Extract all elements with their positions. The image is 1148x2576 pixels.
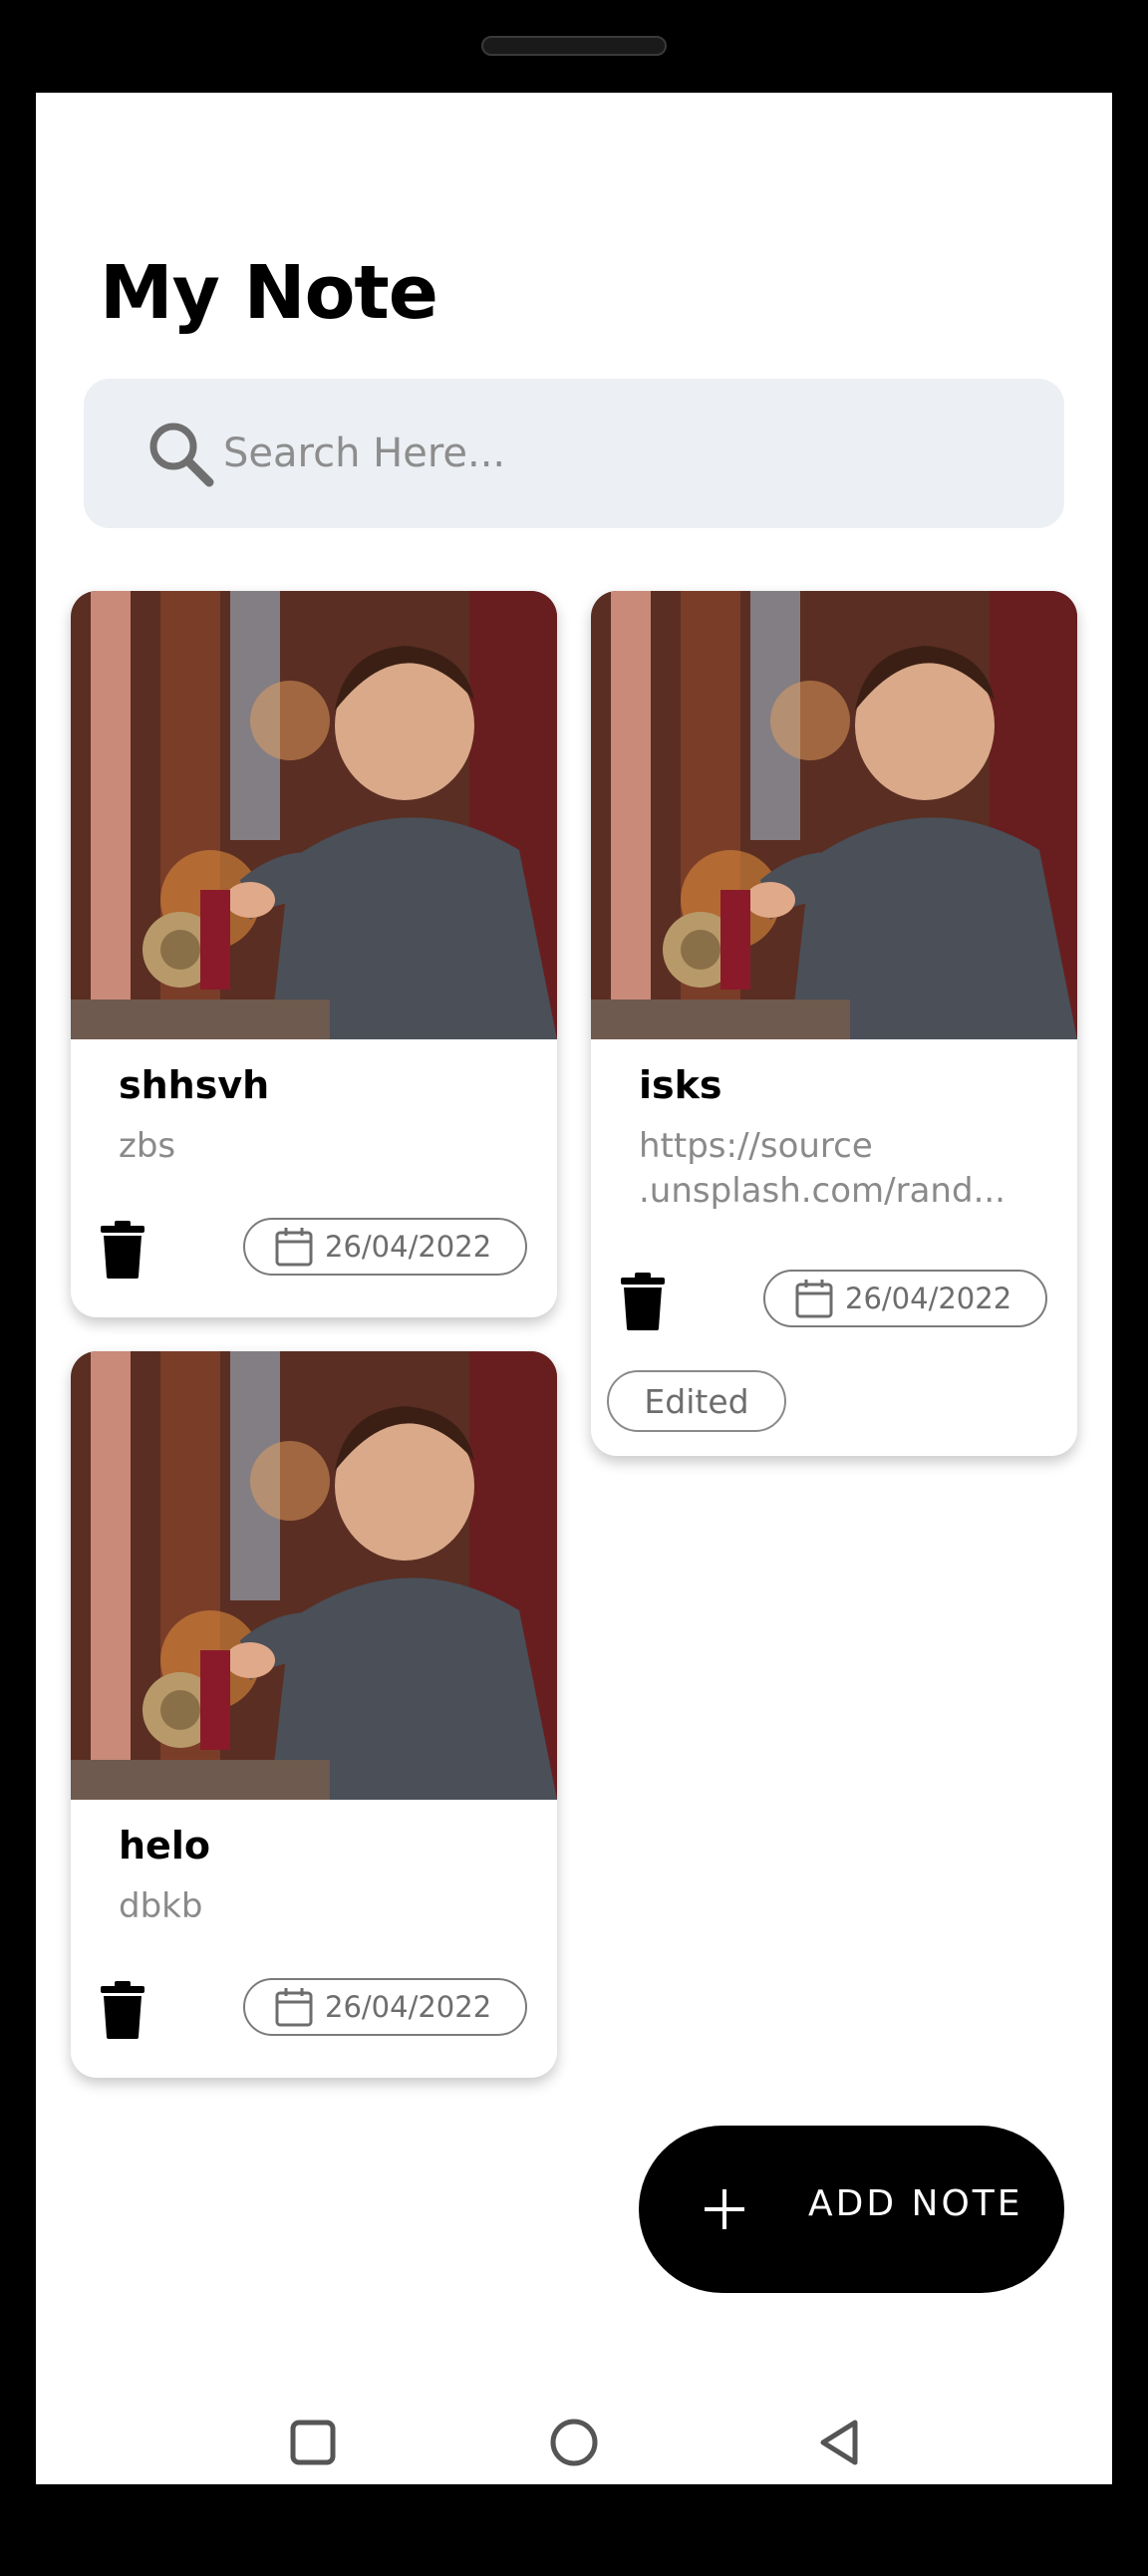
note-title: isks [639, 1063, 722, 1107]
note-title: shhsvh [119, 1063, 270, 1107]
date-chip: 26/04/2022 [243, 1978, 527, 2036]
note-card[interactable]: isks https://source .unsplash.com/rand..… [591, 591, 1077, 1456]
speaker-grille [481, 36, 667, 56]
circle-icon[interactable] [548, 2417, 600, 2468]
note-card[interactable]: shhsvh zbs 26/04/2022 [71, 591, 557, 1317]
add-note-label: ADD NOTE [808, 2183, 1023, 2224]
phone-frame: My Note Search Here... shhsvh zbs 26/04/… [0, 0, 1148, 2576]
system-nav-bar [36, 2395, 1112, 2484]
note-body: dbkb [119, 1886, 203, 1926]
date-chip: 26/04/2022 [763, 1270, 1047, 1327]
note-image [591, 591, 1077, 1039]
calendar-icon [275, 1988, 313, 2027]
note-image [71, 1351, 557, 1800]
plus-icon [705, 2189, 744, 2229]
note-image [71, 591, 557, 1039]
trash-icon[interactable] [101, 1981, 144, 2039]
note-date: 26/04/2022 [325, 1990, 492, 2024]
note-date: 26/04/2022 [845, 1282, 1012, 1315]
trash-icon[interactable] [101, 1221, 144, 1279]
calendar-icon [275, 1228, 313, 1267]
note-title: helo [119, 1824, 210, 1867]
edited-badge: Edited [607, 1370, 786, 1432]
note-body: zbs [119, 1126, 176, 1166]
search-bar[interactable] [84, 379, 1064, 528]
note-body: https://source .unsplash.com/rand... [639, 1126, 1005, 1211]
triangle-back-icon[interactable] [813, 2417, 865, 2468]
search-icon [149, 423, 214, 487]
page-title: My Note [100, 250, 438, 336]
calendar-icon [795, 1280, 833, 1318]
date-chip: 26/04/2022 [243, 1218, 527, 1276]
search-input[interactable] [223, 419, 1020, 488]
square-icon[interactable] [287, 2417, 339, 2468]
note-date: 26/04/2022 [325, 1230, 492, 1264]
add-note-button[interactable]: ADD NOTE [639, 2126, 1064, 2293]
trash-icon[interactable] [621, 1273, 665, 1330]
app-screen: My Note Search Here... shhsvh zbs 26/04/… [36, 93, 1112, 2484]
note-card[interactable]: helo dbkb 26/04/2022 [71, 1351, 557, 2078]
